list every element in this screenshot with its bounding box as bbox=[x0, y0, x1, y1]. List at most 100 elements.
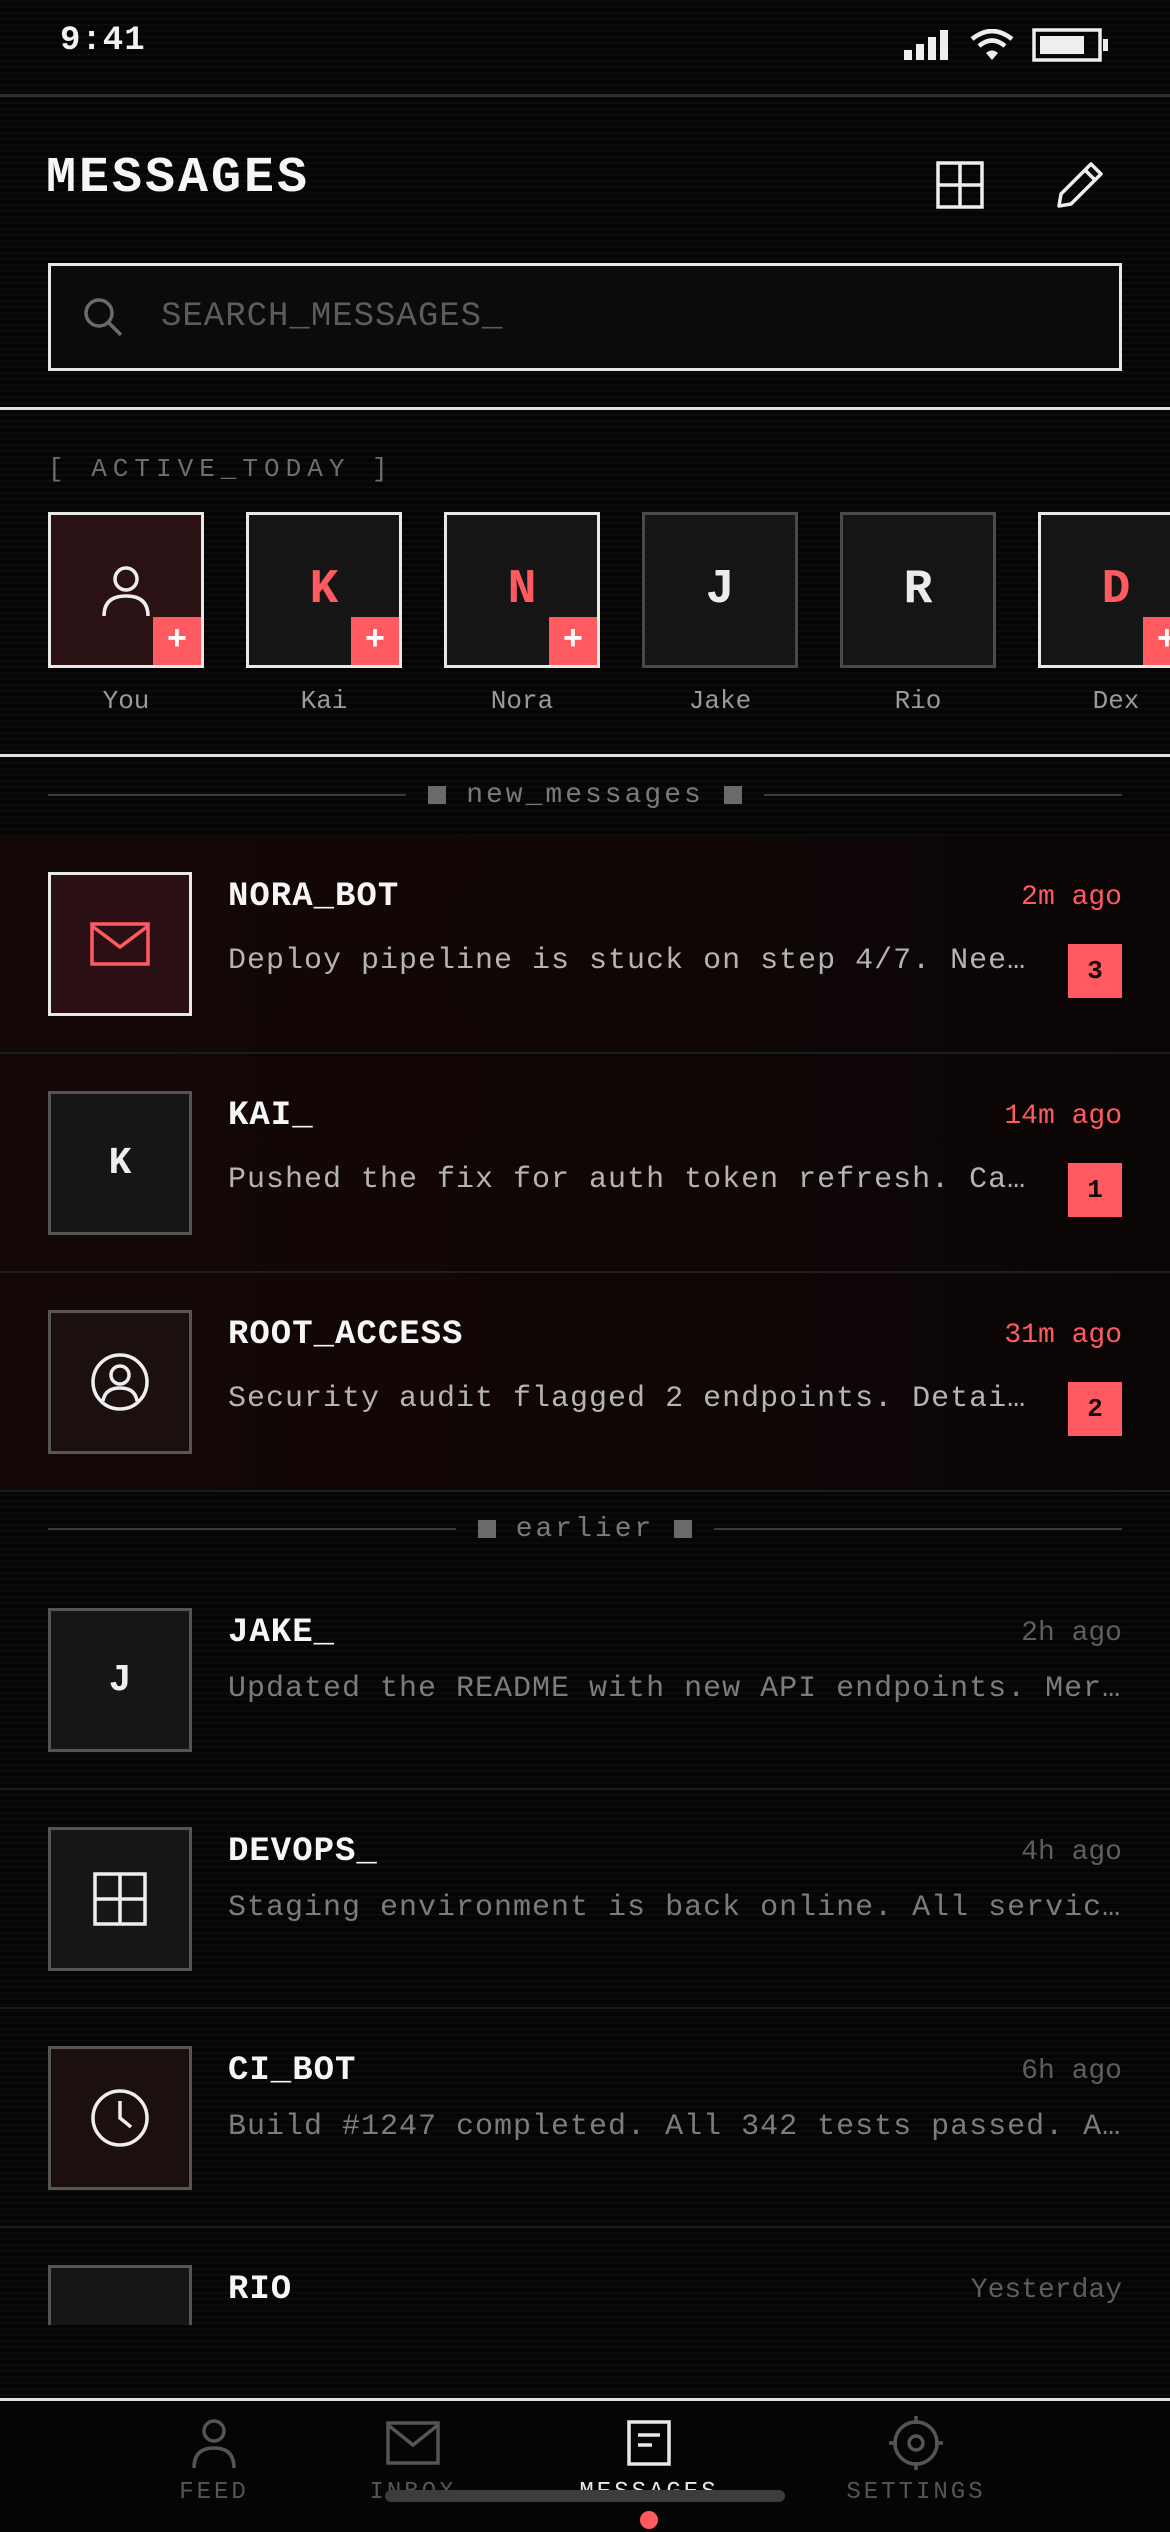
message-preview: Build #1247 completed. All 342 tests pas… bbox=[228, 2110, 1122, 2144]
story-kai[interactable]: K + Kai bbox=[246, 512, 402, 716]
search-bar[interactable] bbox=[48, 263, 1122, 371]
avatar bbox=[48, 1827, 192, 1971]
section-label: earlier bbox=[515, 1513, 655, 1545]
square-icon bbox=[477, 1520, 496, 1538]
message-preview: Staging environment is back online. All … bbox=[228, 1891, 1122, 1925]
section-label-wrap: earlier bbox=[456, 1514, 715, 1545]
avatar: K bbox=[48, 1091, 192, 1235]
message-time: 14m ago bbox=[1004, 1101, 1122, 1132]
compose-icon bbox=[1057, 162, 1103, 208]
avatar bbox=[48, 1310, 192, 1454]
user-icon bbox=[102, 566, 150, 617]
story-avatar: D + bbox=[1038, 512, 1170, 668]
divider-line bbox=[48, 1528, 456, 1530]
grid-icon bbox=[936, 161, 984, 209]
message-preview: Deploy pipeline is stuck on step 4/7. Ne… bbox=[228, 944, 1044, 978]
story-nora[interactable]: N + Nora bbox=[444, 512, 600, 716]
page-title: MESSAGES bbox=[46, 150, 311, 207]
story-name: Rio bbox=[894, 686, 942, 716]
message-time: 4h ago bbox=[1021, 1837, 1122, 1868]
message-preview: Updated the README with new API endpoint… bbox=[228, 1672, 1122, 1706]
divider-line bbox=[763, 794, 1123, 796]
story-plus-badge: + bbox=[1143, 617, 1170, 665]
message-sender: ROOT_ACCESS bbox=[228, 1316, 464, 1354]
story-initial: N bbox=[507, 563, 537, 617]
home-indicator bbox=[385, 2490, 785, 2502]
search-icon bbox=[84, 298, 123, 337]
avatar-initial: J bbox=[108, 1658, 132, 1702]
avatar-initial: K bbox=[108, 1141, 132, 1185]
story-jake[interactable]: J Jake bbox=[642, 512, 798, 716]
clock-icon bbox=[91, 2089, 149, 2147]
story-name: Jake bbox=[688, 686, 752, 716]
divider-line bbox=[48, 794, 407, 796]
message-row-devops[interactable]: DEVOPS_ 4h ago Staging environment is ba… bbox=[0, 1791, 1170, 2009]
message-icon bbox=[621, 2415, 677, 2471]
story-name: Nora bbox=[490, 686, 554, 716]
message-sender: DEVOPS_ bbox=[228, 1833, 378, 1871]
stories-divider bbox=[0, 754, 1170, 757]
section-label: new_messages bbox=[466, 779, 704, 811]
message-time: 2m ago bbox=[1021, 882, 1122, 913]
message-sender: JAKE_ bbox=[228, 1614, 336, 1652]
story-you[interactable]: + You bbox=[48, 512, 204, 716]
active-today-label: [ ACTIVE_TODAY ] bbox=[48, 454, 394, 484]
signal-icon bbox=[904, 30, 948, 60]
bottom-tab-bar: FEED INBOX MESSAGES bbox=[0, 2398, 1170, 2532]
square-icon bbox=[723, 786, 742, 804]
story-initial: J bbox=[705, 563, 735, 617]
story-name: You bbox=[102, 686, 150, 716]
message-time: 31m ago bbox=[1004, 1320, 1122, 1351]
tab-settings[interactable]: SETTINGS bbox=[826, 2415, 1006, 2515]
message-row-root-access[interactable]: ROOT_ACCESS 31m ago Security audit flagg… bbox=[0, 1274, 1170, 1492]
message-preview: Pushed the fix for auth token refresh. C… bbox=[228, 1163, 1044, 1197]
mail-icon bbox=[385, 2415, 441, 2471]
grid-icon bbox=[93, 1872, 147, 1926]
message-sender: RIO bbox=[228, 2271, 293, 2309]
section-label-wrap: new_messages bbox=[406, 780, 764, 811]
story-initial: K bbox=[309, 563, 339, 617]
avatar: J bbox=[48, 1608, 192, 1752]
tab-feed[interactable]: FEED bbox=[124, 2415, 304, 2515]
battery-icon bbox=[1032, 28, 1108, 62]
square-icon bbox=[428, 786, 447, 804]
message-row-nora-bot[interactable]: NORA_BOT 2m ago Deploy pipeline is stuck… bbox=[0, 836, 1170, 1054]
avatar bbox=[48, 2046, 192, 2190]
status-icons bbox=[904, 28, 1110, 62]
avatar bbox=[48, 2265, 192, 2325]
compose-button[interactable] bbox=[1050, 155, 1110, 215]
message-row-kai[interactable]: K KAI_ 14m ago Pushed the fix for auth t… bbox=[0, 1055, 1170, 1273]
active-stories: + You K + Kai N + Nora J Jake R Rio D + … bbox=[48, 512, 1170, 724]
story-plus-badge: + bbox=[351, 617, 399, 665]
status-time: 9:41 bbox=[60, 22, 146, 60]
tab-label: FEED bbox=[179, 2479, 249, 2506]
messages-screen: 9:41 MESSAGES SEARCH_MESSAGES_ [ACTIVE_… bbox=[0, 0, 1170, 2532]
story-dex[interactable]: D + Dex bbox=[1038, 512, 1170, 716]
unread-badge: 2 bbox=[1068, 1382, 1122, 1436]
message-row-jake[interactable]: J JAKE_ 2h ago Updated the README with n… bbox=[0, 1572, 1170, 1790]
message-row-ci-bot[interactable]: CI_BOT 6h ago Build #1247 completed. All… bbox=[0, 2010, 1170, 2228]
crosshair-icon bbox=[888, 2415, 944, 2471]
message-time: 6h ago bbox=[1021, 2056, 1122, 2087]
tab-label: SETTINGS bbox=[846, 2479, 986, 2506]
message-sender: KAI_ bbox=[228, 1097, 314, 1135]
mail-icon bbox=[90, 922, 150, 966]
story-avatar: J bbox=[642, 512, 798, 668]
add-story-button[interactable]: + bbox=[153, 617, 201, 665]
story-name: Dex bbox=[1092, 686, 1140, 716]
search-input[interactable] bbox=[161, 287, 1119, 347]
story-rio[interactable]: R Rio bbox=[840, 512, 996, 716]
message-preview: Security audit flagged 2 endpoints. Deta… bbox=[228, 1382, 1044, 1416]
user-circle-icon bbox=[91, 1353, 149, 1411]
message-time: Yesterday bbox=[970, 2275, 1122, 2306]
square-icon bbox=[674, 1520, 693, 1538]
grid-view-button[interactable] bbox=[930, 155, 990, 215]
message-sender: CI_BOT bbox=[228, 2052, 357, 2090]
divider-line bbox=[714, 1528, 1122, 1530]
wifi-icon bbox=[970, 29, 1014, 60]
story-initial: D bbox=[1101, 563, 1131, 617]
story-avatar: K + bbox=[246, 512, 402, 668]
story-avatar: N + bbox=[444, 512, 600, 668]
story-name: Kai bbox=[300, 686, 348, 716]
status-divider bbox=[0, 94, 1170, 97]
